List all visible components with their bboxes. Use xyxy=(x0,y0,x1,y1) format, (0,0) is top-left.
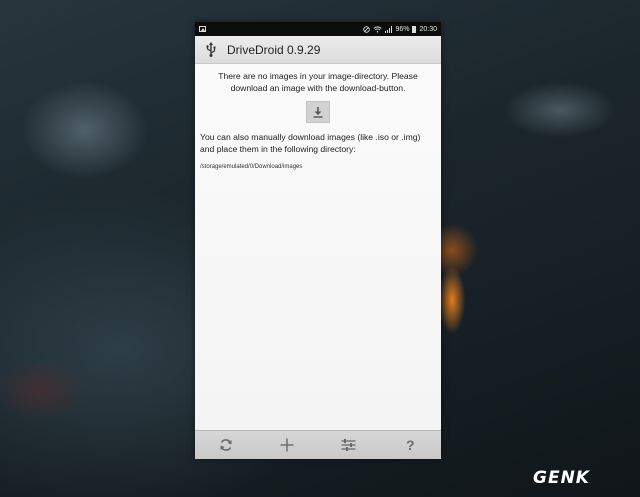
add-icon xyxy=(280,438,294,452)
battery-percent: 96% xyxy=(395,25,410,33)
usb-icon xyxy=(204,42,218,58)
main-content: There are no images in your image-direct… xyxy=(195,64,441,430)
settings-sliders-icon xyxy=(341,439,356,451)
status-indicators: 96% 20:30 xyxy=(363,25,437,33)
genk-watermark-logo: GENK xyxy=(533,468,590,488)
phone-screen: 96% 20:30 DriveDroid 0.9.29 There are no… xyxy=(195,22,441,459)
battery-icon xyxy=(412,25,417,33)
refresh-icon xyxy=(220,439,232,451)
settings-button[interactable] xyxy=(334,432,364,458)
status-bar: 96% 20:30 xyxy=(195,22,441,36)
signal-icon xyxy=(385,25,393,33)
app-bar: DriveDroid 0.9.29 xyxy=(195,36,441,64)
help-icon: ? xyxy=(405,437,415,453)
wifi-icon xyxy=(373,25,382,32)
help-button[interactable]: ? xyxy=(395,432,425,458)
download-button[interactable] xyxy=(306,101,330,123)
manual-download-message: You can also manually download images (l… xyxy=(200,132,421,154)
bottom-toolbar: ? xyxy=(195,430,441,459)
add-button[interactable] xyxy=(272,432,302,458)
download-icon xyxy=(313,107,323,118)
watermark-text: GENK xyxy=(533,468,590,488)
clock: 20:30 xyxy=(419,25,437,33)
refresh-button[interactable] xyxy=(211,432,241,458)
directory-path: /storage/emulated/0/Download/images xyxy=(200,164,303,170)
mute-icon xyxy=(363,25,371,33)
no-images-message: There are no images in your image-direct… xyxy=(218,71,418,93)
app-title: DriveDroid 0.9.29 xyxy=(227,42,321,57)
image-notification-icon xyxy=(199,26,206,32)
